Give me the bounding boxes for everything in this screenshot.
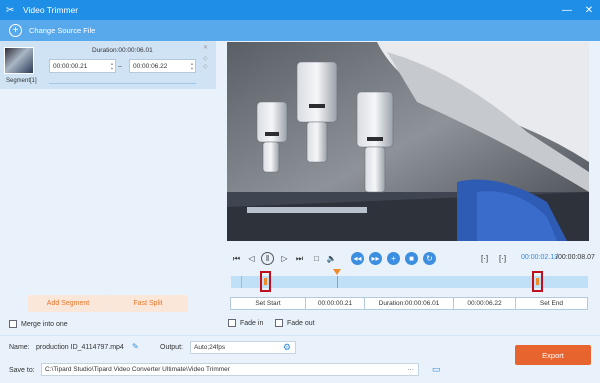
range-separator: – [118, 63, 122, 70]
export-button[interactable]: Export [515, 345, 591, 365]
scissors-icon: ✂ [6, 4, 15, 16]
stop-icon[interactable]: □ [310, 252, 323, 265]
browse-button[interactable]: ··· [408, 366, 415, 373]
segment-panel: Segment[1] Duration:00:00:06.01 00:00:00… [0, 41, 216, 335]
video-preview[interactable] [227, 42, 589, 241]
stop-circle-icon[interactable]: ■ [405, 252, 418, 265]
add-circle-icon[interactable]: + [9, 24, 22, 37]
current-time: 00:00:02.13 [521, 254, 558, 261]
volume-icon[interactable]: 🔈 [325, 252, 338, 265]
gear-icon[interactable]: ⚙ [283, 342, 291, 353]
total-time: /00:00:08.07 [556, 254, 595, 261]
merge-label: Merge into one [21, 320, 68, 328]
segment-duration: Duration:00:00:06.01 [92, 47, 153, 54]
segment-label: Segment[1] [6, 78, 37, 84]
grip-icon [536, 278, 539, 285]
fast-split-button[interactable]: Fast Split [108, 295, 188, 312]
set-start-button[interactable]: Set Start [231, 298, 306, 309]
merge-checkbox[interactable] [9, 320, 17, 328]
next-frame-icon[interactable]: ▷ [278, 252, 291, 265]
mark-in-icon[interactable]: [·] [478, 252, 491, 265]
save-path-field[interactable]: C:\Tipard Studio\Tipard Video Converter … [41, 363, 419, 376]
window-title: Video Trimmer [23, 5, 79, 15]
segment-end-field[interactable]: 00:00:06.22 ▲ ▼ [129, 59, 196, 73]
fade-in-option[interactable]: Fade in [228, 319, 263, 327]
window-controls: — ✕ [556, 0, 600, 20]
fade-out-option[interactable]: Fade out [275, 319, 315, 327]
move-down-icon[interactable]: ◇ [203, 63, 208, 70]
fade-out-checkbox[interactable] [275, 319, 283, 327]
pause-icon[interactable]: ‖ [261, 252, 274, 265]
trim-start-handle[interactable] [260, 271, 271, 292]
add-segment-button[interactable]: Add Segment [28, 295, 108, 312]
fade-in-label: Fade in [240, 319, 264, 327]
add-icon[interactable]: + [387, 252, 400, 265]
fade-out-label: Fade out [287, 319, 315, 327]
name-label: Name: [9, 344, 30, 351]
folder-icon[interactable]: ▭ [432, 364, 441, 375]
mark-out-icon[interactable]: [·] [496, 252, 509, 265]
title-bar: ✂ Video Trimmer — ✕ [0, 0, 600, 20]
playback-controls: ⏮ ◁ ‖ ▷ ⏭ □ 🔈 ◂◂ ▸▸ + ■ ↻ [·] [·] 00:00:… [230, 252, 595, 266]
timeline-track[interactable] [231, 269, 588, 292]
fast-forward-icon[interactable]: ▸▸ [369, 252, 382, 265]
fade-in-checkbox[interactable] [228, 319, 236, 327]
segment-item[interactable]: Segment[1] Duration:00:00:06.01 00:00:00… [0, 41, 216, 89]
name-value: production ID_4114797.mp4 [36, 344, 124, 351]
close-icon[interactable]: ✕ [203, 44, 208, 51]
source-toolbar: + Change Source File [0, 20, 600, 41]
stepper-icon[interactable]: ▲ ▼ [109, 61, 115, 71]
merge-option[interactable]: Merge into one [9, 320, 68, 328]
output-format-field[interactable]: Auto;24fps ⚙ [190, 341, 296, 354]
end-time-field[interactable]: 00:00:06.22 [454, 298, 516, 309]
trim-end-handle[interactable] [532, 271, 543, 292]
segment-thumbnail [4, 47, 34, 74]
stepper-icon[interactable]: ▲ ▼ [189, 61, 195, 71]
skip-end-icon[interactable]: ⏭ [293, 252, 306, 265]
preview-panel: ⏮ ◁ ‖ ▷ ⏭ □ 🔈 ◂◂ ▸▸ + ■ ↻ [·] [·] 00:00:… [216, 41, 600, 335]
save-to-label: Save to: [9, 367, 35, 374]
minimize-icon[interactable]: — [556, 0, 578, 20]
change-source-button[interactable]: Change Source File [29, 26, 95, 35]
prev-frame-icon[interactable]: ◁ [245, 252, 258, 265]
segment-progress-line [49, 83, 196, 84]
close-icon[interactable]: ✕ [578, 0, 600, 20]
output-label: Output: [160, 344, 183, 351]
rotate-icon[interactable]: ↻ [423, 252, 436, 265]
playhead-line [337, 276, 338, 288]
trim-settings-row: Set Start 00:00:00.21 Duration:00:00:06.… [230, 297, 588, 310]
grip-icon [264, 278, 267, 285]
rewind-icon[interactable]: ◂◂ [351, 252, 364, 265]
skip-start-icon[interactable]: ⏮ [230, 252, 243, 265]
set-end-button[interactable]: Set End [516, 298, 587, 309]
microscope-frame [227, 42, 589, 241]
playhead-marker[interactable] [333, 269, 341, 275]
edit-icon[interactable]: ✎ [132, 342, 139, 351]
start-time-field[interactable]: 00:00:00.21 [306, 298, 365, 309]
duration-field: Duration:00:00:06.01 [365, 298, 454, 309]
output-bar: Name: production ID_4114797.mp4 ✎ Output… [0, 335, 600, 383]
track-tick [241, 276, 242, 288]
move-up-icon[interactable]: ◇ [203, 55, 208, 62]
segment-start-field[interactable]: 00:00:00.21 ▲ ▼ [49, 59, 116, 73]
